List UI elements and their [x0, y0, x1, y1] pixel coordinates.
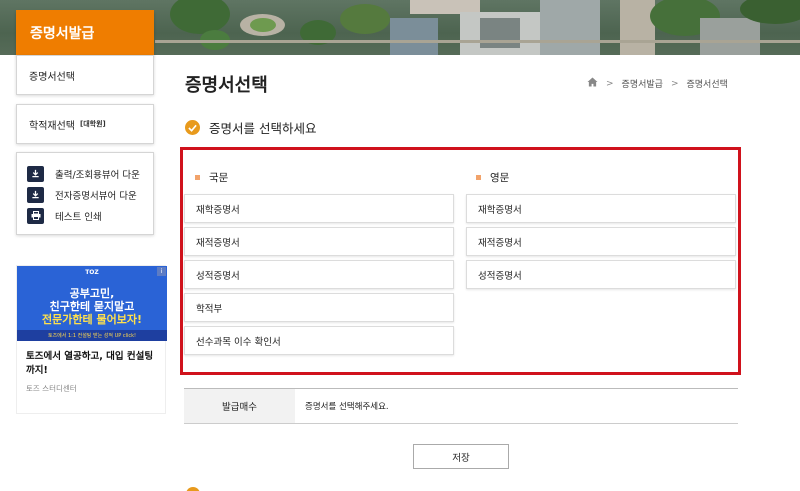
ad-image[interactable]: TOZ i 공부고민, 친구한테 묻지말고 전문가한테 물어보자! 토즈에서 1… — [17, 266, 167, 341]
sidebar-item-label: 학적재선택 — [29, 120, 75, 132]
english-cert-enrollment[interactable]: 재학증명서 — [466, 194, 736, 223]
ad-text[interactable]: 토즈에서 열공하고, 대입 컨설팅까지! — [17, 341, 165, 378]
page-title: 증명서선택 — [185, 75, 268, 96]
ad-brand: TOZ — [85, 269, 99, 276]
breadcrumb-item: 증명서선택 — [686, 80, 728, 90]
download-icon — [27, 165, 44, 182]
sidebar-tools: 출력/조회용뷰어 다운 전자증명서뷰어 다운 테스트 인쇄 — [16, 152, 154, 235]
korean-cert-transcript[interactable]: 성적증명서 — [184, 260, 454, 289]
issue-count-row: 발급매수 증명서를 선택해주세요. — [184, 388, 738, 424]
tool-label: 테스트 인쇄 — [55, 211, 102, 223]
sidebar-header: 증명서발급 — [16, 10, 154, 55]
breadcrumb: > 증명서발급 > 증명서선택 — [587, 77, 728, 90]
korean-cert-prerequisite[interactable]: 선수과목 이수 확인서 — [184, 326, 454, 355]
tool-download-print-viewer[interactable]: 출력/조회용뷰어 다운 — [27, 163, 153, 184]
ad-sponsor: 토즈 스터디센터 — [26, 384, 77, 393]
korean-cert-registration[interactable]: 재적증명서 — [184, 227, 454, 256]
issue-count-label: 발급매수 — [184, 389, 295, 423]
graduate-tag: [대학원] — [80, 120, 106, 128]
column-title-text: 국문 — [209, 172, 229, 184]
ad-strip: 토즈에서 1:1 컨설팅 받는 성적 UP click! — [17, 330, 167, 341]
check-circle-icon — [185, 120, 200, 135]
column-title-text: 영문 — [490, 172, 510, 184]
english-column-title: 영문 — [476, 170, 509, 185]
korean-cert-academic-record[interactable]: 학적부 — [184, 293, 454, 322]
breadcrumb-separator: > — [606, 78, 614, 89]
ad-info-icon[interactable]: i — [157, 267, 166, 276]
bullet-icon — [476, 175, 481, 180]
download-icon — [27, 186, 44, 203]
breadcrumb-item[interactable]: 증명서발급 — [622, 77, 663, 90]
issue-count-value: 증명서를 선택해주세요. — [305, 402, 389, 412]
instruction: 증명서를 선택하세요 — [185, 118, 316, 137]
tool-download-e-certificate-viewer[interactable]: 전자증명서뷰어 다운 — [27, 184, 153, 205]
ad-headline-line: 전문가한테 물어보자! — [42, 313, 142, 326]
advertisement[interactable]: TOZ i 공부고민, 친구한테 묻지말고 전문가한테 물어보자! 토즈에서 1… — [16, 265, 167, 414]
sidebar-item-certificate-select[interactable]: 증명서선택 — [16, 55, 154, 95]
ad-headline-line: 친구한테 묻지말고 — [49, 300, 135, 313]
korean-column-title: 국문 — [195, 170, 228, 185]
bullet-icon — [195, 175, 200, 180]
english-cert-registration[interactable]: 재적증명서 — [466, 227, 736, 256]
tool-test-print[interactable]: 테스트 인쇄 — [27, 205, 153, 226]
partial-check-icon — [186, 487, 200, 491]
korean-cert-enrollment[interactable]: 재학증명서 — [184, 194, 454, 223]
english-cert-transcript[interactable]: 성적증명서 — [466, 260, 736, 289]
ad-headline-line: 공부고민, — [69, 287, 115, 300]
save-button[interactable]: 저장 — [413, 444, 509, 469]
printer-icon — [27, 207, 44, 224]
breadcrumb-separator: > — [670, 78, 679, 89]
tool-label: 출력/조회용뷰어 다운 — [55, 169, 140, 181]
tool-label: 전자증명서뷰어 다운 — [55, 190, 137, 202]
sidebar-item-label: 증명서선택 — [29, 71, 75, 83]
instruction-text: 증명서를 선택하세요 — [209, 121, 317, 136]
sidebar-item-academic-reselect[interactable]: 학적재선택 [대학원] — [16, 104, 154, 144]
home-icon[interactable] — [587, 77, 598, 90]
